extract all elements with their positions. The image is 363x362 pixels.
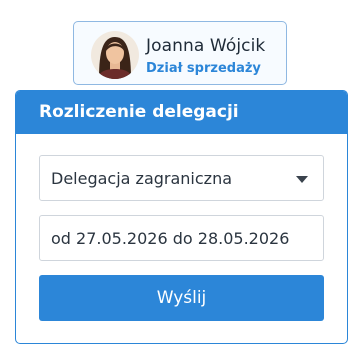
- user-department: Dział sprzedaży: [146, 61, 261, 76]
- delegation-form-panel: Rozliczenie delegacji Delegacja zagranic…: [15, 90, 348, 344]
- delegation-type-select[interactable]: Delegacja zagraniczna: [39, 155, 324, 201]
- date-range-value: od 27.05.2026 do 28.05.2026: [51, 229, 290, 248]
- user-name: Joanna Wójcik: [146, 36, 266, 56]
- panel-title: Rozliczenie delegacji: [16, 91, 347, 134]
- caret-down-icon: [296, 176, 308, 183]
- user-card: Joanna Wójcik Dział sprzedaży: [73, 21, 287, 85]
- avatar: [91, 31, 139, 79]
- delegation-type-value: Delegacja zagraniczna: [51, 169, 233, 188]
- submit-button[interactable]: Wyślij: [39, 275, 324, 321]
- date-range-field[interactable]: od 27.05.2026 do 28.05.2026: [39, 215, 324, 261]
